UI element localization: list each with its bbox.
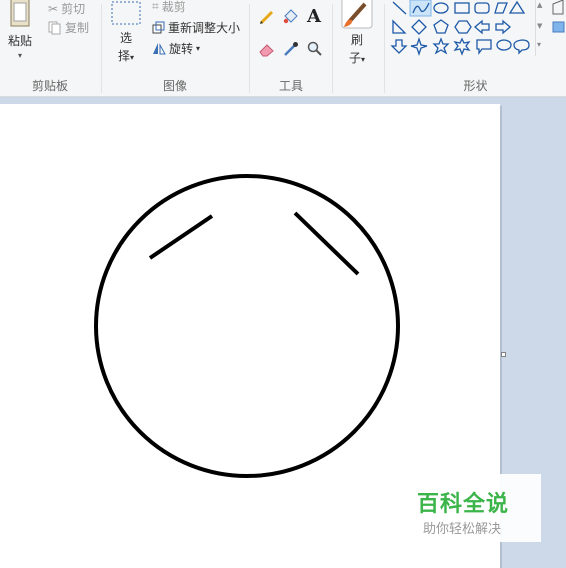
resize-icon [152, 21, 165, 34]
rotate-label: 旋转 [169, 42, 194, 56]
clipboard-icon [10, 0, 30, 27]
chevron-down-icon: ▾ [361, 55, 366, 64]
brushes-group: 刷 子▾ [333, 0, 383, 97]
scroll-down-icon[interactable]: ▼ [537, 22, 542, 30]
drawn-circle [94, 174, 400, 478]
select-label-2: 择 [117, 49, 130, 63]
brushes-button[interactable]: 刷 子▾ [341, 0, 373, 66]
resize-label: 重新调整大小 [168, 21, 241, 35]
drawn-line-left [148, 214, 214, 260]
tools-group-label: 工具 [278, 79, 303, 93]
select-label: 选 [119, 31, 132, 45]
tools-group: A 工具 [250, 0, 332, 97]
watermark: 百科全说 助你轻松解决 [405, 474, 541, 542]
copy-label: 复制 [65, 21, 90, 35]
crop-label: 裁剪 [161, 0, 186, 14]
clipboard-group-label: 剪贴板 [31, 79, 68, 93]
fill-bucket-icon[interactable] [282, 8, 300, 26]
clipboard-group: 粘贴 ▾ ✂ 剪切 复制 剪贴板 [0, 0, 100, 97]
canvas-resize-handle[interactable] [501, 352, 506, 357]
watermark-title: 百科全说 [417, 492, 510, 517]
shapes-gallery[interactable] [389, 0, 535, 60]
scissors-icon: ✂ [48, 1, 59, 16]
brushes-label-2: 子 [348, 51, 361, 65]
paste-label: 粘贴 [7, 34, 32, 48]
text-tool-icon[interactable]: A [307, 6, 321, 27]
watermark-subtitle: 助你轻松解决 [423, 522, 502, 537]
cut-button[interactable]: ✂ 剪切 [48, 0, 85, 17]
cut-label: 剪切 [61, 2, 86, 16]
expand-icon[interactable]: ▾ [537, 40, 541, 49]
brushes-label: 刷 [350, 33, 363, 47]
shapes-group: ▲ ▼ ▾ 形状 [385, 0, 566, 97]
shapes-group-label: 形状 [463, 79, 488, 93]
copy-icon [48, 21, 61, 34]
crop-icon: ⌗ [152, 0, 159, 13]
rotate-button[interactable]: 旋转 ▾ [152, 40, 200, 57]
chevron-down-icon: ▾ [196, 44, 201, 53]
crop-button[interactable]: ⌗ 裁剪 [152, 0, 186, 15]
resize-button[interactable]: 重新调整大小 [152, 19, 240, 36]
select-button[interactable]: 选 择▾ [110, 0, 142, 64]
shapes-scroll[interactable]: ▲ ▼ ▾ [535, 0, 545, 56]
image-group: 选 择▾ ⌗ 裁剪 重新调整大小 旋转 ▾ 图像 [102, 0, 248, 97]
rotate-icon [153, 43, 166, 55]
copy-button[interactable]: 复制 [48, 19, 89, 36]
scroll-up-icon[interactable]: ▲ [537, 1, 542, 9]
image-group-label: 图像 [162, 79, 187, 93]
ribbon: 粘贴 ▾ ✂ 剪切 复制 剪贴板 选 择▾ ⌗ 裁剪 重新调整大小 旋转 ▾ 图… [0, 0, 566, 97]
pencil-icon[interactable] [258, 8, 276, 26]
outline-icon[interactable] [551, 0, 566, 40]
color-picker-icon[interactable] [282, 40, 300, 58]
chevron-down-icon: ▾ [130, 53, 135, 62]
eraser-icon[interactable] [258, 40, 276, 58]
brush-icon [341, 0, 373, 29]
drawn-line-right [293, 211, 360, 276]
magnifier-icon[interactable] [306, 40, 324, 58]
chevron-down-icon: ▾ [17, 51, 22, 60]
paste-button[interactable]: 粘贴 ▾ [6, 0, 34, 60]
selection-rectangle-icon [111, 1, 141, 25]
